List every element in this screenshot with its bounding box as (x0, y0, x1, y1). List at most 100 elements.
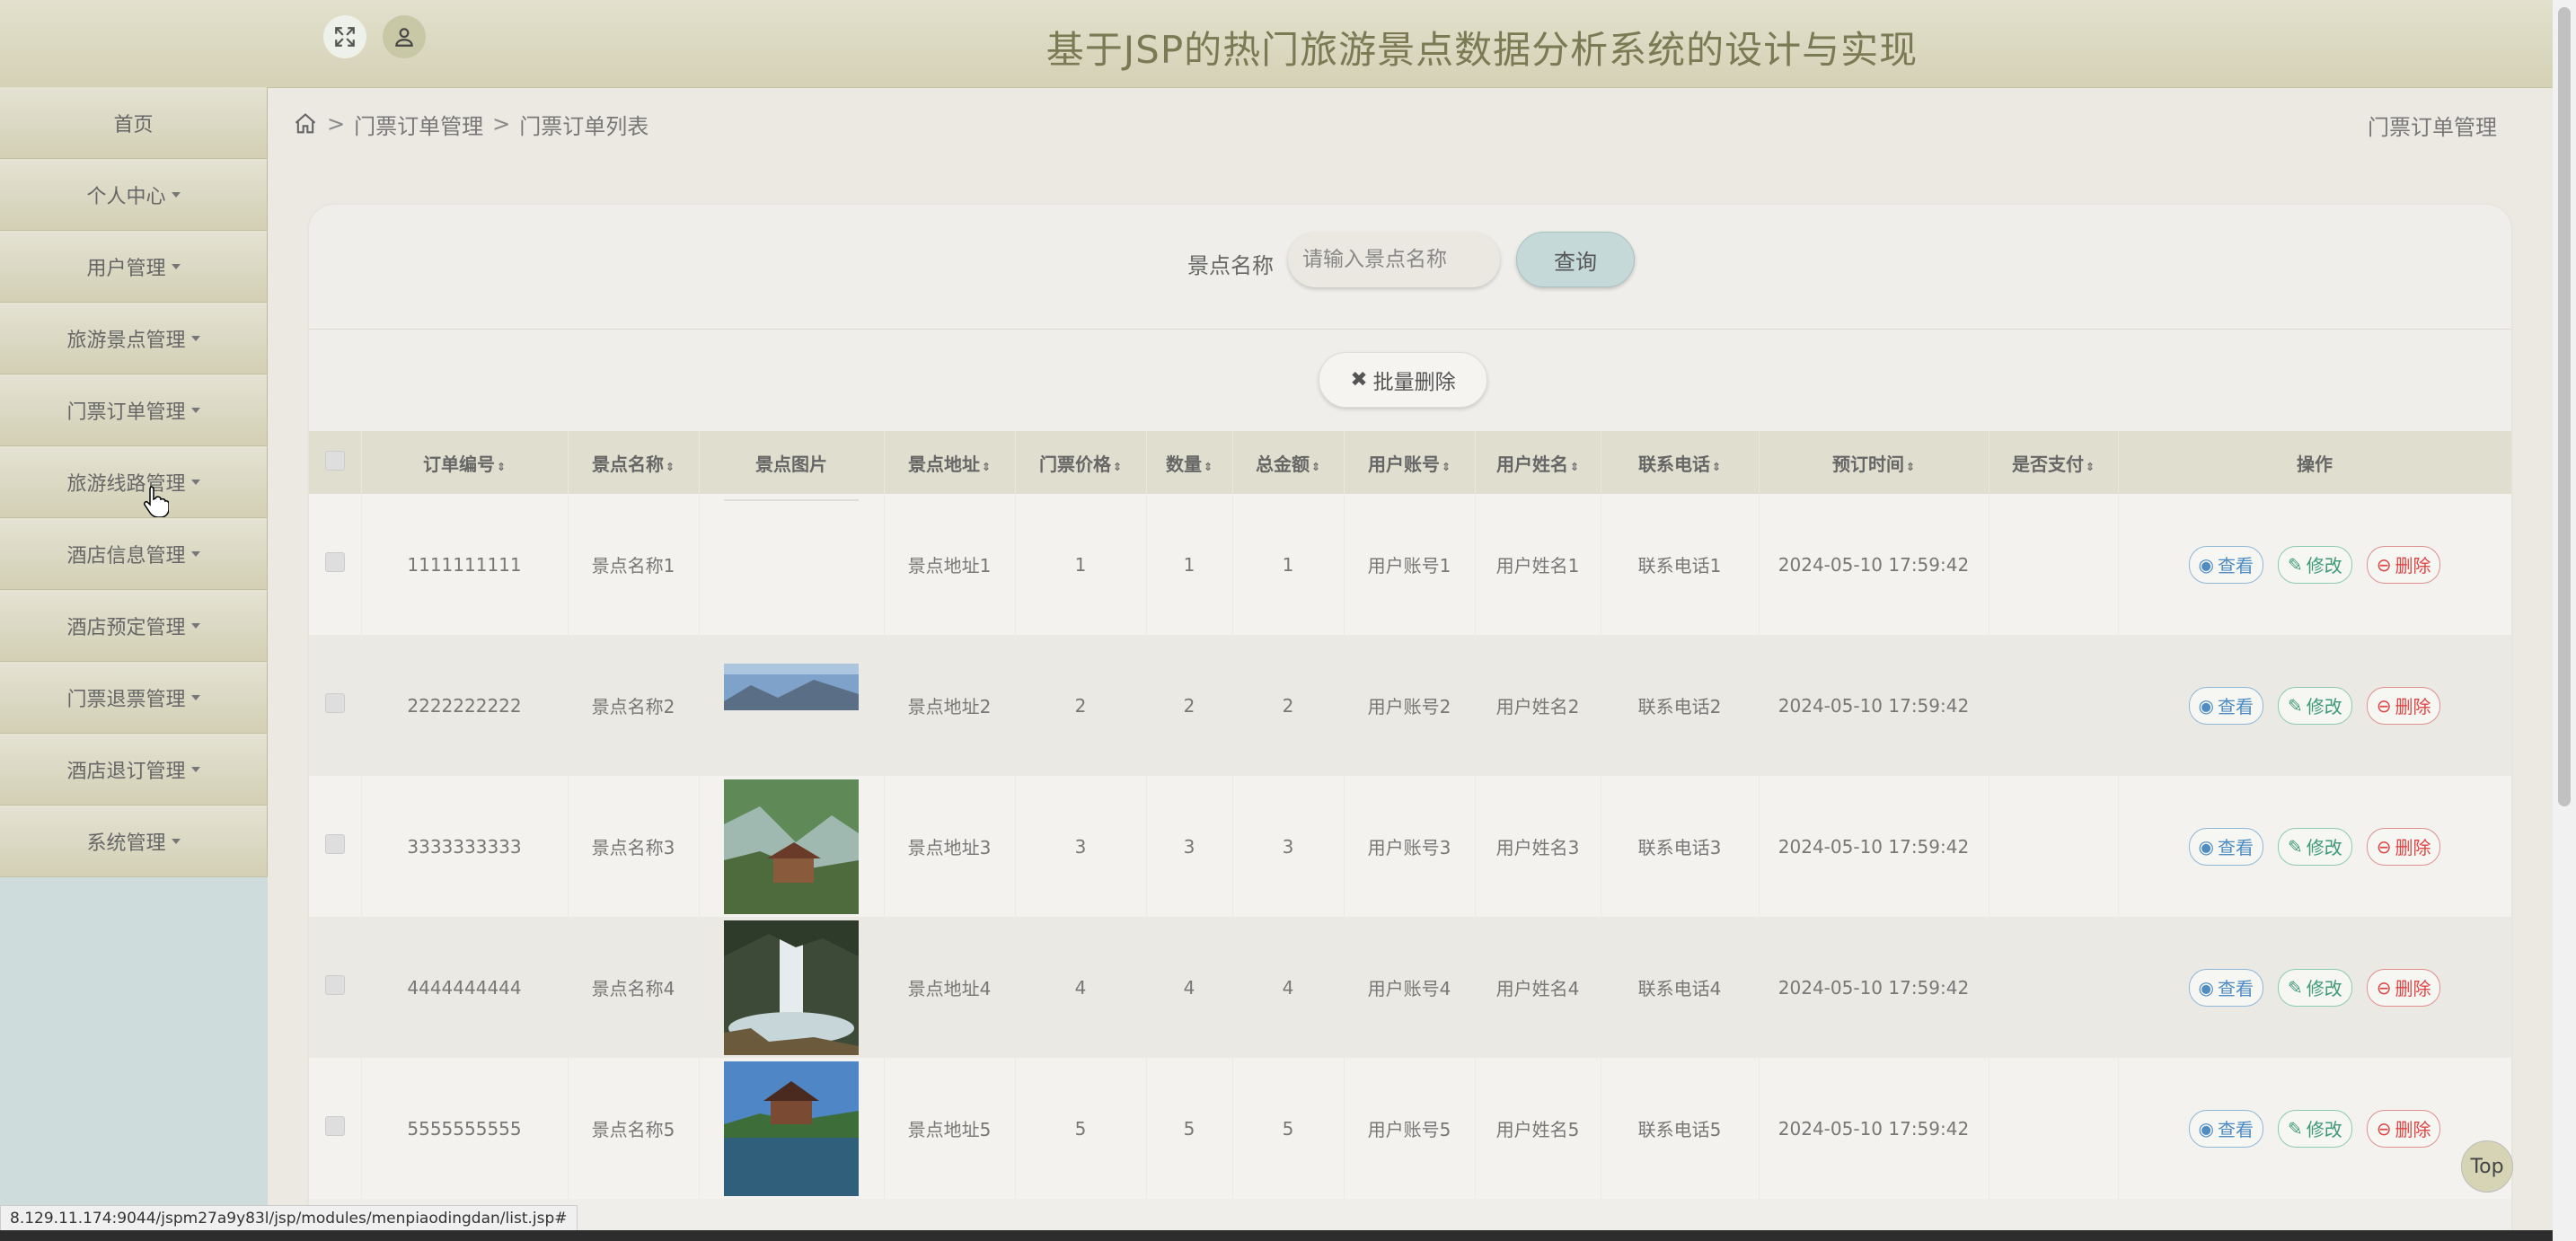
edit-label: 修改 (2306, 837, 2342, 858)
sidebar: 首页 个人中心用户管理旅游景点管理门票订单管理 旅游线路管理 酒店信息管理 酒店预定管理… (0, 87, 268, 1241)
page-heading: 门票订单管理 (2368, 115, 2497, 140)
cell-order-no: 4444444444 (361, 917, 569, 1058)
sort-icon[interactable]: ⇕ (2086, 461, 2095, 473)
cell-time: 2024-05-10 17:59:42 (1759, 1058, 1989, 1199)
view-button[interactable]: ◉ 查看 (2188, 1109, 2263, 1148)
sort-icon[interactable]: ⇕ (497, 461, 506, 473)
search-input[interactable] (1288, 232, 1500, 287)
fullscreen-button[interactable] (323, 15, 366, 58)
sidebar-item-label: 用户管理 (86, 257, 166, 280)
sidebar-item-10[interactable]: 系统管理 (0, 805, 268, 877)
sort-icon[interactable]: ⇕ (666, 461, 675, 473)
spot-image[interactable] (724, 779, 859, 914)
user-button[interactable] (383, 15, 426, 58)
delete-button[interactable]: ⊖ 删除 (2366, 1109, 2441, 1148)
sidebar-item-6[interactable]: 酒店信息管理 (0, 518, 268, 590)
table-row[interactable]: 3333333333 景点名称3 景点地址3 3 3 3 用户账号3 用户姓名3 联系电话3 20… (309, 776, 2511, 917)
column-header[interactable]: 订单编号 ⇕ (361, 431, 569, 494)
view-button[interactable]: ◉ 查看 (2188, 968, 2263, 1007)
edit-button[interactable]: ✎ 修改 (2277, 545, 2352, 584)
sort-icon[interactable]: ⇕ (1204, 461, 1213, 473)
back-to-top-button[interactable]: Top (2461, 1140, 2513, 1193)
cell-total: 4 (1232, 917, 1345, 1058)
sidebar-item-7[interactable]: 酒店预定管理 (0, 590, 268, 662)
cell-spot-name: 景点名称3 (568, 776, 700, 917)
delete-button[interactable]: ⊖ 删除 (2366, 968, 2441, 1007)
column-header[interactable]: 门票价格 ⇕ (1015, 431, 1147, 494)
row-checkbox[interactable] (309, 494, 362, 635)
caret-down-icon (190, 479, 200, 485)
column-header[interactable]: 用户账号 ⇕ (1344, 431, 1476, 494)
spot-image[interactable] (724, 920, 859, 1055)
table-row[interactable]: 2222222222 景点名称2 景点地址2 2 2 2 用户账号2 用户姓名2 联系电话2 20… (309, 635, 2511, 776)
edit-button[interactable]: ✎ 修改 (2277, 1109, 2352, 1148)
cell-paid (1989, 917, 2119, 1058)
caret-down-icon (171, 263, 181, 269)
view-button[interactable]: ◉ 查看 (2188, 827, 2263, 866)
sort-icon[interactable]: ⇕ (1442, 461, 1451, 473)
close-icon: ✖ (1350, 368, 1368, 392)
view-button[interactable]: ◉ 查看 (2188, 545, 2263, 584)
delete-button[interactable]: ⊖ 删除 (2366, 686, 2441, 725)
column-header[interactable]: 是否支付 ⇕ (1989, 431, 2119, 494)
sidebar-item-label: 门票退票管理 (66, 688, 186, 711)
row-checkbox[interactable] (309, 1058, 362, 1199)
cell-account: 用户账号3 (1344, 776, 1476, 917)
table-row[interactable]: 4444444444 景点名称4 景点地址4 4 4 4 用户账号4 用户姓名4 联系电话4 20… (309, 917, 2511, 1058)
edit-label: 修改 (2306, 696, 2342, 717)
sidebar-item-5[interactable]: 旅游线路管理 (0, 446, 268, 518)
spot-image[interactable] (724, 638, 859, 773)
row-checkbox[interactable] (309, 917, 362, 1058)
column-header-label: 预订时间 (1831, 453, 1904, 475)
home-icon[interactable] (293, 111, 318, 136)
table-row[interactable]: 5555555555 景点名称5 景点地址5 5 5 5 用户账号5 用户姓名5 联系电话5 20… (309, 1058, 2511, 1199)
sidebar-item-3[interactable]: 旅游景点管理 (0, 303, 268, 374)
sort-icon[interactable]: ⇕ (1113, 461, 1122, 473)
select-all-checkbox[interactable] (309, 431, 362, 494)
edit-button[interactable]: ✎ 修改 (2277, 827, 2352, 866)
table-row[interactable]: 1111111111 景点名称1 景点地址1 1 1 1 用户账号1 用户姓名1 联系电话1 20… (309, 494, 2511, 635)
row-checkbox[interactable] (309, 635, 362, 776)
sidebar-item-label: 旅游景点管理 (66, 329, 186, 352)
sidebar-item-4[interactable]: 门票订单管理 (0, 374, 268, 446)
edit-button[interactable]: ✎ 修改 (2277, 686, 2352, 725)
delete-button[interactable]: ⊖ 删除 (2366, 545, 2441, 584)
column-header[interactable]: 用户姓名 ⇕ (1475, 431, 1601, 494)
sort-icon[interactable]: ⇕ (1311, 461, 1320, 473)
sort-icon[interactable]: ⇕ (1906, 461, 1915, 473)
column-header[interactable]: 总金额 ⇕ (1232, 431, 1345, 494)
minus-circle-icon: ⊖ (2376, 835, 2392, 858)
scrollbar-thumb[interactable] (2558, 7, 2571, 806)
row-checkbox[interactable] (309, 776, 362, 917)
delete-label: 删除 (2395, 978, 2431, 999)
column-header[interactable]: 数量 ⇕ (1146, 431, 1233, 494)
sidebar-item-9[interactable]: 酒店退订管理 (0, 734, 268, 805)
sort-icon[interactable]: ⇕ (1570, 461, 1579, 473)
column-header[interactable]: 联系电话 ⇕ (1601, 431, 1760, 494)
broken-image-icon[interactable] (724, 497, 859, 632)
sidebar-item-label: 系统管理 (86, 832, 166, 855)
sort-icon[interactable]: ⇕ (1712, 461, 1721, 473)
eye-icon: ◉ (2198, 976, 2214, 999)
batch-delete-button[interactable]: ✖ 批量删除 (1319, 352, 1487, 408)
sidebar-item-0[interactable]: 首页 (0, 87, 268, 159)
delete-label: 删除 (2395, 837, 2431, 858)
column-header[interactable]: 景点名称 ⇕ (568, 431, 700, 494)
column-header[interactable]: 景点地址 ⇕ (884, 431, 1016, 494)
sort-icon[interactable]: ⇕ (982, 461, 991, 473)
vertical-scrollbar[interactable] (2553, 0, 2576, 1241)
row-actions: ◉ 查看 ✎ 修改 ⊖ 删除 (2118, 1058, 2511, 1199)
pencil-icon: ✎ (2287, 694, 2303, 717)
delete-label: 删除 (2395, 696, 2431, 717)
view-button[interactable]: ◉ 查看 (2188, 686, 2263, 725)
sidebar-item-2[interactable]: 用户管理 (0, 231, 268, 303)
delete-button[interactable]: ⊖ 删除 (2366, 827, 2441, 866)
spot-image[interactable] (724, 1061, 859, 1196)
sidebar-item-8[interactable]: 门票退票管理 (0, 662, 268, 734)
column-header[interactable]: 预订时间 ⇕ (1759, 431, 1989, 494)
eye-icon: ◉ (2198, 694, 2214, 717)
sidebar-item-1[interactable]: 个人中心 (0, 159, 268, 231)
edit-button[interactable]: ✎ 修改 (2277, 968, 2352, 1007)
search-button[interactable]: 查询 (1516, 232, 1635, 287)
breadcrumb-level1[interactable]: 门票订单管理 (354, 109, 483, 140)
